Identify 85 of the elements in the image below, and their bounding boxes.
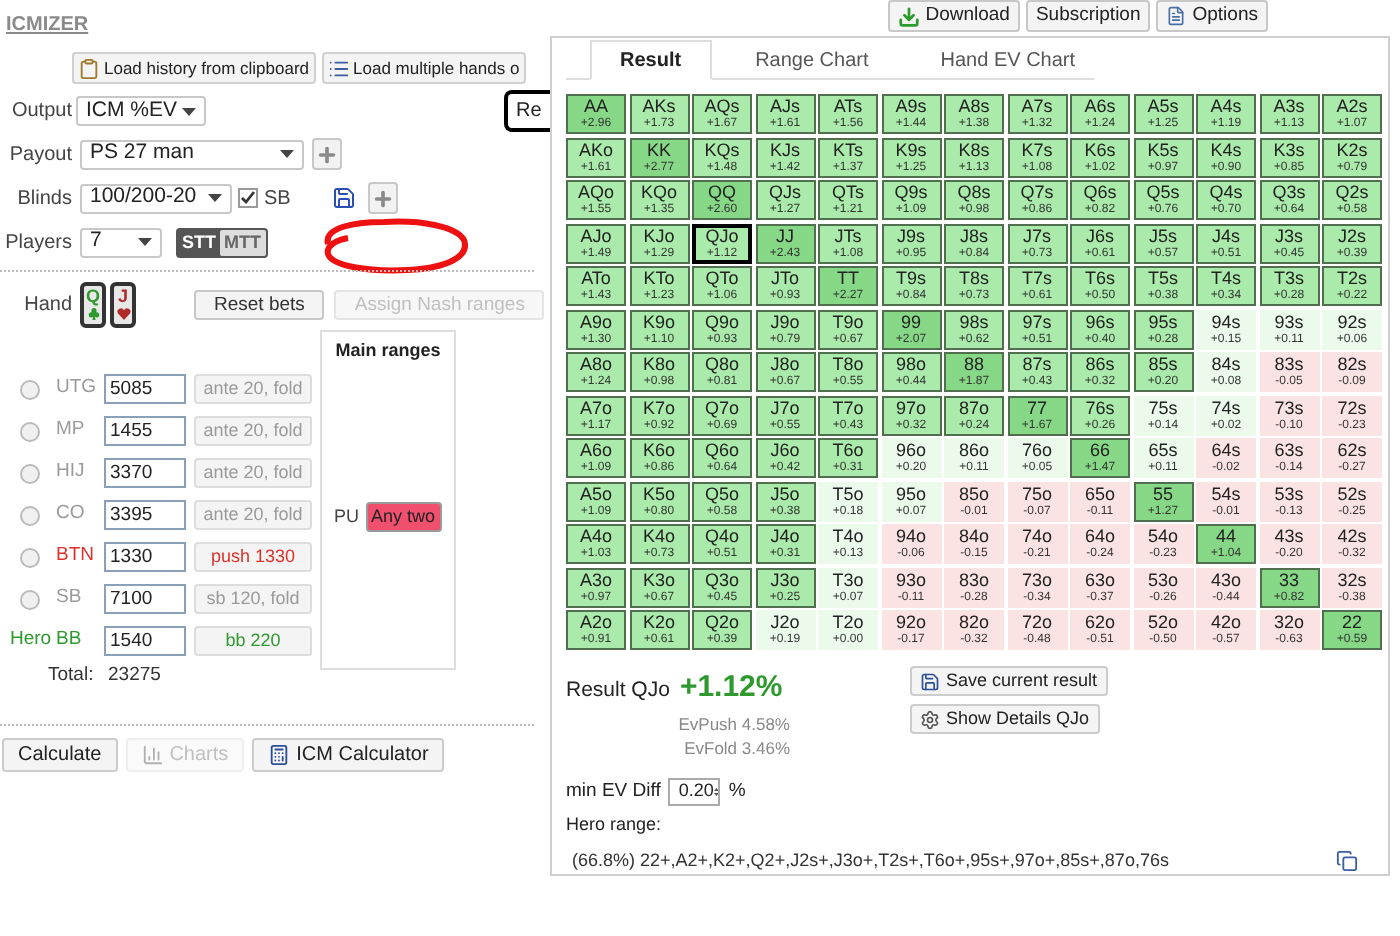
mode-option[interactable]: STT — [178, 229, 220, 255]
result-label: Result QJo — [566, 676, 670, 706]
caret-icon — [182, 107, 196, 115]
bottom-button[interactable]: Calculate — [2, 738, 118, 772]
stack-input[interactable]: 3395 — [104, 500, 186, 530]
stack-input[interactable]: 1540 — [104, 626, 186, 656]
ev-push: EvPush 4.58% — [678, 711, 790, 737]
download-icon — [897, 5, 920, 27]
result-button[interactable]: Show Details QJo — [910, 704, 1100, 734]
seat-position: CO — [54, 500, 87, 529]
copy-icon[interactable] — [1336, 850, 1358, 872]
field-label: Payout — [7, 141, 72, 169]
add-button[interactable] — [368, 182, 399, 214]
output-select[interactable]: ICM %EV — [76, 96, 206, 126]
min-ev-input[interactable]: 0.20 — [668, 778, 721, 807]
stack-input[interactable]: 1455 — [104, 416, 186, 446]
seat-radio[interactable] — [20, 505, 40, 525]
heart-icon — [115, 305, 131, 321]
toolbar-button[interactable]: Options — [1156, 0, 1268, 32]
caret-icon — [138, 238, 152, 246]
hero-range-label: Hero range: — [566, 812, 664, 839]
seat-position: BTN — [54, 542, 96, 571]
total-label: Total: — [48, 661, 96, 690]
caret-icon — [280, 150, 294, 158]
stack-input[interactable]: 7100 — [104, 584, 186, 614]
document-icon — [1166, 6, 1187, 26]
gear-icon — [920, 709, 940, 729]
field-label: Players — [3, 229, 72, 257]
field-label: Output — [9, 98, 72, 126]
field-label: Hand — [22, 291, 72, 319]
total-value: 23275 — [108, 661, 161, 690]
mode-toggle[interactable]: STT MTT — [176, 227, 267, 257]
stack-input[interactable]: 5085 — [104, 374, 186, 404]
plus-icon — [372, 187, 395, 209]
ev-fold: EvFold 3.46% — [684, 736, 790, 762]
stack-input[interactable]: 1330 — [104, 542, 186, 572]
sb-checkbox[interactable] — [238, 188, 258, 208]
save-icon — [920, 671, 940, 691]
result-value: +1.12% — [679, 668, 783, 708]
clipboard-icon — [78, 57, 100, 79]
mode-option[interactable]: MTT — [220, 229, 265, 255]
calculator-icon — [268, 744, 291, 766]
seat-position: MP — [54, 416, 87, 445]
club-icon — [85, 305, 101, 321]
side-button[interactable]: Re — [504, 90, 550, 132]
plus-icon — [316, 143, 338, 165]
field-label: Blinds — [15, 185, 72, 213]
range-position: PU — [334, 503, 360, 529]
action-button[interactable]: Reset bets — [194, 289, 325, 319]
caret-icon — [208, 194, 222, 202]
bottom-button[interactable]: ICM Calculator — [252, 738, 445, 772]
min-ev-label: min EV Diff — [566, 778, 661, 806]
tab[interactable]: Range Chart — [727, 40, 897, 80]
result-button[interactable]: Save current result — [910, 666, 1108, 696]
tab[interactable]: Hand EV Chart — [912, 40, 1104, 80]
unit-label: % — [728, 778, 746, 806]
chart-icon — [141, 744, 164, 766]
seat-radio[interactable] — [20, 379, 40, 399]
check-icon — [240, 190, 256, 206]
blinds-select[interactable]: 100/200-20 — [80, 183, 232, 213]
seat-radio[interactable] — [20, 463, 40, 483]
seat-radio[interactable] — [20, 547, 40, 567]
seat-position: BB — [54, 626, 84, 655]
tab[interactable]: Result — [590, 40, 712, 80]
action-button[interactable]: push 1330 — [194, 542, 312, 572]
hero-label: Hero — [8, 626, 52, 655]
seat-radio[interactable] — [20, 421, 40, 441]
panel-title[interactable]: Main ranges — [322, 338, 454, 365]
seat-position: SB — [54, 584, 84, 613]
hero-range-text: (66.8%) 22+,A2+,K2+,Q2+,J2s+,J3o+,T2s+,T6o+,95s+,97o+,85s+,87o,76s — [572, 847, 1169, 874]
stack-input[interactable]: 3370 — [104, 458, 186, 488]
toolbar-button[interactable]: Download — [887, 0, 1020, 32]
checkbox-label: SB — [264, 185, 291, 213]
range-tag[interactable]: Any two — [365, 501, 442, 532]
playing-card[interactable]: J — [110, 281, 136, 327]
seat-position: HIJ — [54, 458, 87, 487]
payout-select[interactable]: PS 27 man — [80, 139, 304, 169]
load-button[interactable]: Load history from clipboard — [72, 52, 316, 84]
seat-position: UTG — [54, 374, 99, 403]
seat-radio[interactable] — [20, 589, 40, 609]
load-button[interactable]: Load multiple hands o — [321, 52, 526, 84]
save-icon[interactable] — [332, 186, 357, 210]
toolbar-button[interactable]: Subscription — [1025, 0, 1151, 32]
add-button[interactable] — [312, 138, 342, 170]
players-select[interactable]: 7 — [80, 227, 162, 257]
